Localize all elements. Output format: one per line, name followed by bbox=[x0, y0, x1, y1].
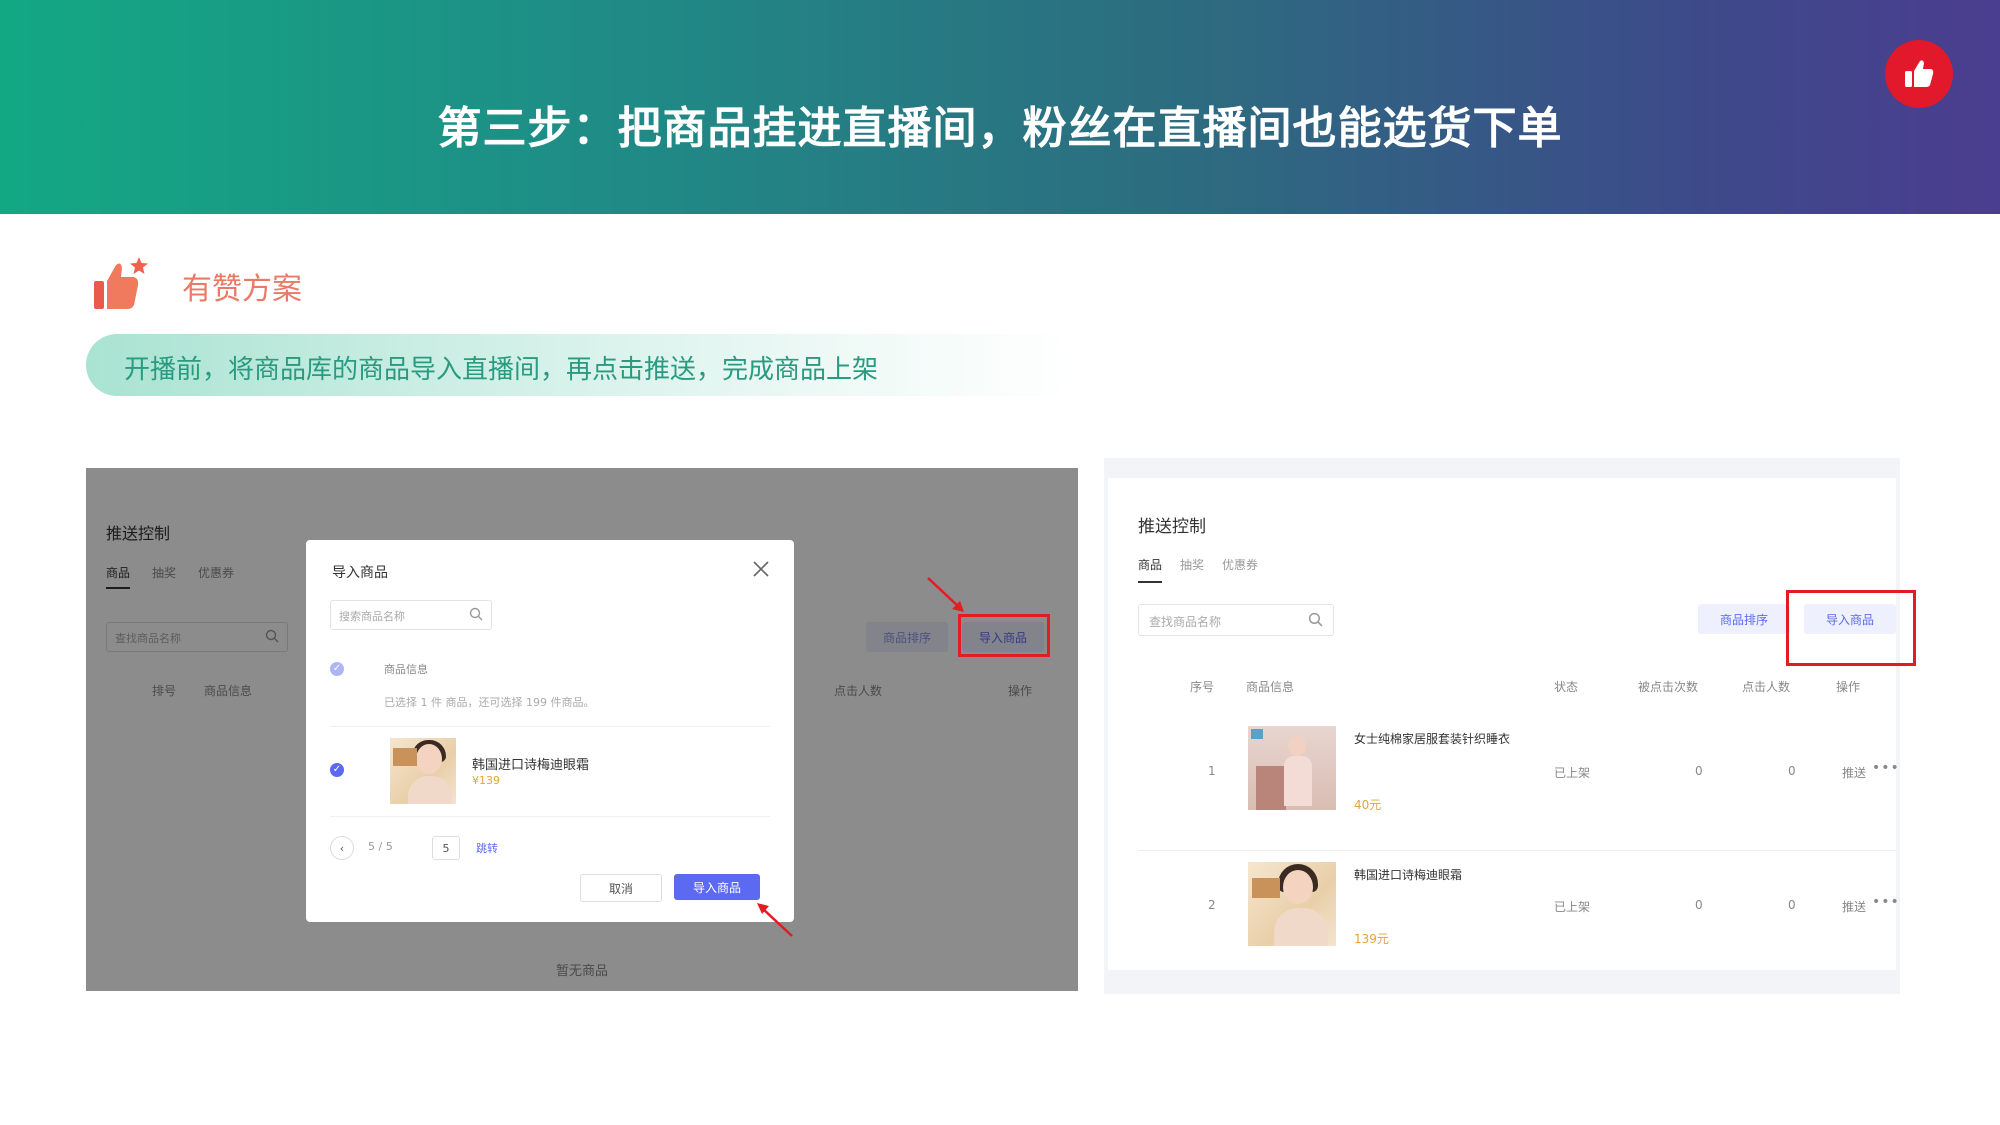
search-icon bbox=[1308, 612, 1323, 627]
header-banner: 第三步：把商品挂进直播间，粉丝在直播间也能选货下单 bbox=[0, 0, 2000, 214]
column-header: 商品信息 bbox=[1246, 680, 1295, 694]
selection-hint: 已选择 1 件 商品，还可选择 199 件商品。 bbox=[384, 696, 595, 709]
clicker-count: 0 bbox=[1788, 764, 1796, 778]
search-placeholder: 查找商品名称 bbox=[1149, 615, 1222, 629]
product-list-screenshot: 推送控制 商品 抽奖 优惠券 查找商品名称 商品排序 导入商品 序号 商品信息 … bbox=[1104, 458, 1900, 994]
sort-products-button[interactable]: 商品排序 bbox=[1698, 604, 1790, 634]
divider bbox=[330, 726, 770, 727]
highlight-box bbox=[1786, 590, 1916, 666]
search-icon bbox=[469, 607, 483, 621]
product-price: ¥139 bbox=[472, 774, 500, 787]
click-count: 0 bbox=[1695, 898, 1703, 912]
push-link[interactable]: 推送 bbox=[1842, 764, 1866, 781]
more-icon[interactable]: ••• bbox=[1872, 760, 1900, 776]
brand-block: 有赞方案 bbox=[92, 256, 302, 316]
select-all-checkbox[interactable]: ✓ bbox=[330, 662, 344, 676]
page-indicator: 5 / 5 bbox=[368, 840, 393, 853]
click-count: 0 bbox=[1695, 764, 1703, 778]
cancel-button[interactable]: 取消 bbox=[580, 874, 662, 902]
tab-coupons[interactable]: 优惠券 bbox=[1222, 556, 1258, 583]
close-icon[interactable] bbox=[752, 560, 770, 583]
product-thumbnail bbox=[1248, 726, 1336, 810]
product-price: 139元 bbox=[1354, 932, 1389, 946]
status-badge: 已上架 bbox=[1554, 900, 1591, 914]
instruction-text: 开播前，将商品库的商品导入直播间，再点击推送，完成商品上架 bbox=[124, 355, 879, 385]
push-control-panel: 推送控制 商品 抽奖 优惠券 查找商品名称 商品排序 导入商品 序号 商品信息 … bbox=[1108, 478, 1899, 970]
column-header: 点击人数 bbox=[1742, 680, 1791, 694]
highlight-box bbox=[958, 614, 1050, 657]
modal-search-input[interactable]: 搜索商品名称 bbox=[330, 600, 492, 630]
push-link[interactable]: 推送 bbox=[1842, 898, 1866, 915]
thumbs-up-star-icon bbox=[92, 255, 152, 317]
arrow-icon bbox=[927, 577, 964, 612]
search-placeholder: 搜索商品名称 bbox=[339, 610, 405, 623]
import-products-modal: 导入商品 搜索商品名称 ✓ 商品信息 已选择 1 件 商品，还可选择 199 件… bbox=[306, 540, 794, 922]
column-header: 操作 bbox=[1836, 680, 1861, 694]
clicker-count: 0 bbox=[1788, 898, 1796, 912]
product-name: 韩国进口诗梅迪眼霜 bbox=[1354, 868, 1463, 882]
tab-bar: 商品 抽奖 优惠券 bbox=[1138, 556, 1258, 583]
product-price: 40元 bbox=[1354, 798, 1382, 812]
divider bbox=[1138, 850, 1896, 851]
column-header: 状态 bbox=[1554, 680, 1579, 694]
search-input[interactable]: 查找商品名称 bbox=[1138, 604, 1334, 636]
thumbs-up-icon bbox=[1885, 40, 1953, 108]
chevron-left-icon[interactable]: ‹ bbox=[330, 836, 354, 860]
brand-name: 有赞方案 bbox=[182, 272, 302, 307]
instruction-banner: 开播前，将商品库的商品导入直播间，再点击推送，完成商品上架 bbox=[86, 334, 1076, 396]
status-badge: 已上架 bbox=[1554, 766, 1591, 780]
divider bbox=[330, 816, 770, 817]
page-title: 第三步：把商品挂进直播间，粉丝在直播间也能选货下单 bbox=[437, 103, 1563, 154]
jump-link[interactable]: 跳转 bbox=[476, 840, 498, 856]
product-name: 韩国进口诗梅迪眼霜 bbox=[472, 758, 590, 773]
product-thumbnail bbox=[1248, 862, 1336, 946]
push-control-title: 推送控制 bbox=[1138, 517, 1206, 537]
column-header: 序号 bbox=[1190, 680, 1215, 694]
modal-title: 导入商品 bbox=[332, 565, 388, 581]
import-dialog-screenshot: 推送控制 商品 抽奖 优惠券 查找商品名称 商品排序 导入商品 排号 商品信息 … bbox=[86, 468, 1078, 991]
column-header: 商品信息 bbox=[384, 663, 428, 676]
confirm-import-button[interactable]: 导入商品 bbox=[674, 874, 760, 900]
column-header: 被点击次数 bbox=[1638, 680, 1699, 694]
tab-lottery[interactable]: 抽奖 bbox=[1180, 556, 1204, 583]
tab-products[interactable]: 商品 bbox=[1138, 556, 1163, 583]
product-thumbnail bbox=[390, 738, 456, 804]
row-index: 1 bbox=[1208, 764, 1216, 778]
arrow-icon bbox=[757, 903, 793, 937]
row-index: 2 bbox=[1208, 898, 1216, 912]
more-icon[interactable]: ••• bbox=[1872, 894, 1900, 910]
page-number-input[interactable]: 5 bbox=[432, 836, 460, 860]
product-checkbox[interactable]: ✓ bbox=[330, 763, 344, 777]
product-name: 女士纯棉家居服套装针织睡衣 bbox=[1354, 732, 1511, 746]
